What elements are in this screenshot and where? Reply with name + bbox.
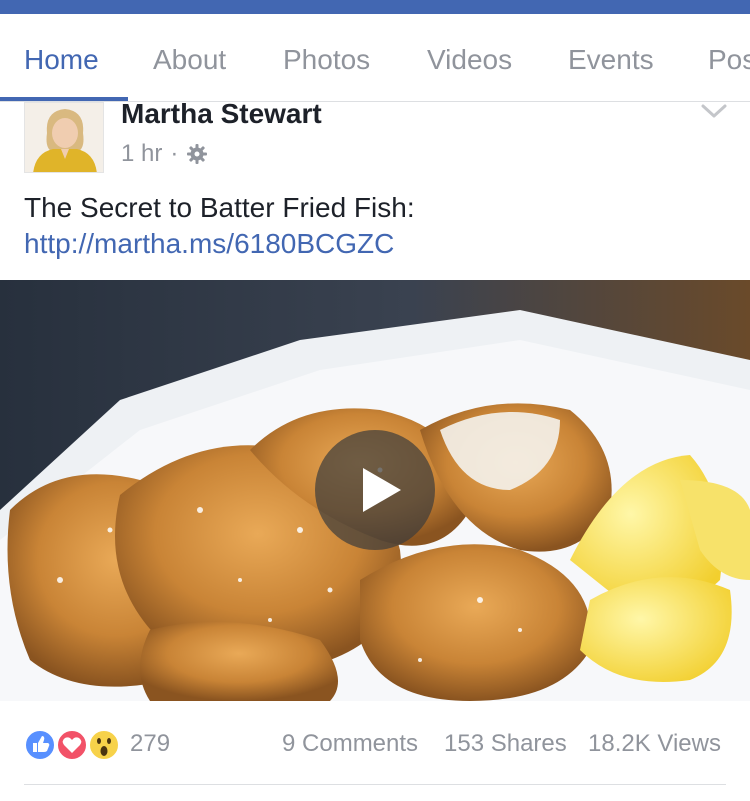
tab-videos[interactable]: Videos bbox=[427, 44, 512, 76]
avatar-portrait bbox=[25, 103, 103, 172]
reactions-icon-group bbox=[24, 729, 120, 761]
video-thumbnail[interactable] bbox=[0, 280, 750, 701]
tab-photos[interactable]: Photos bbox=[283, 44, 370, 76]
like-icon bbox=[24, 729, 56, 761]
post-meta: 1 hr · bbox=[121, 140, 208, 168]
chevron-down-icon[interactable] bbox=[700, 102, 728, 122]
active-tab-indicator bbox=[0, 97, 128, 101]
post-text: The Secret to Batter Fried Fish: http://… bbox=[24, 190, 724, 262]
shares-count[interactable]: 153 Shares bbox=[444, 730, 567, 758]
comments-count[interactable]: 9 Comments bbox=[282, 730, 418, 758]
tab-home[interactable]: Home bbox=[24, 44, 99, 76]
views-count: 18.2K Views bbox=[588, 730, 721, 757]
post: Martha Stewart 1 hr · The Secret to Batt… bbox=[0, 98, 750, 282]
gear-icon bbox=[187, 144, 208, 164]
play-button[interactable] bbox=[315, 430, 435, 550]
post-link[interactable]: http://martha.ms/6180BCGZC bbox=[24, 228, 394, 259]
reaction-count[interactable]: 279 bbox=[130, 730, 170, 758]
top-status-bar bbox=[0, 0, 750, 14]
action-divider bbox=[24, 784, 726, 785]
tab-about[interactable]: About bbox=[153, 44, 226, 76]
avatar[interactable] bbox=[24, 102, 104, 173]
post-timestamp[interactable]: 1 hr bbox=[121, 140, 162, 168]
post-author-name[interactable]: Martha Stewart bbox=[121, 98, 322, 130]
wow-icon bbox=[88, 729, 120, 761]
post-text-body: The Secret to Batter Fried Fish: bbox=[24, 192, 415, 223]
love-icon bbox=[56, 729, 88, 761]
meta-separator: · bbox=[170, 140, 179, 167]
tab-events[interactable]: Events bbox=[568, 44, 654, 76]
post-stats-bar: 279 9 Comments 153 Shares 18.2K Views bbox=[0, 702, 750, 786]
tab-posts[interactable]: Pos bbox=[708, 44, 750, 76]
reaction-icons[interactable] bbox=[24, 728, 124, 762]
play-icon bbox=[363, 468, 401, 512]
page-tab-bar: Home About Photos Videos Events Pos bbox=[0, 14, 750, 102]
